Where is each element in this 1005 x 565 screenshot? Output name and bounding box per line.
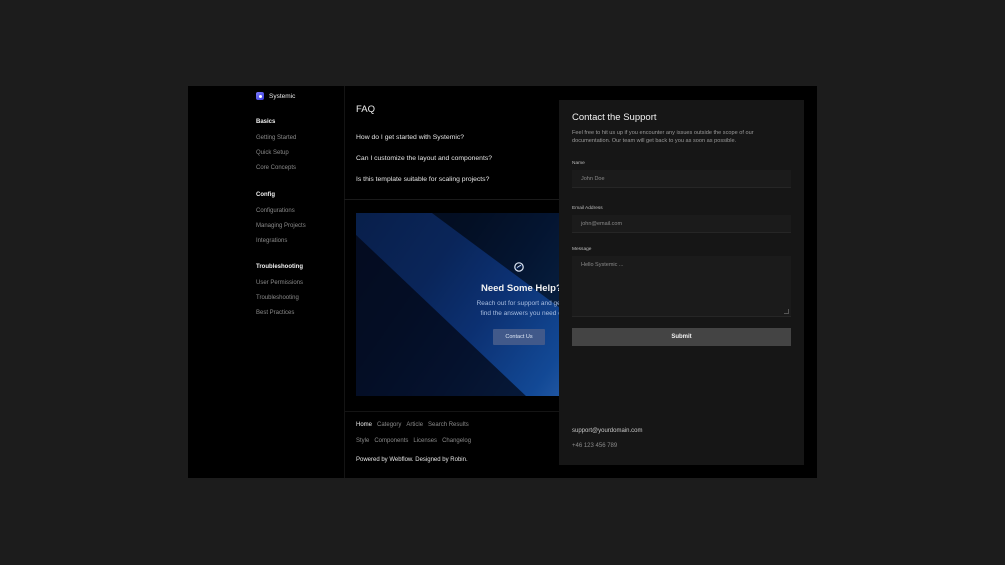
footer-links-primary: Home Category Article Search Results (356, 422, 469, 428)
sidebar-item-user-permissions[interactable]: User Permissions (256, 279, 303, 294)
message-field[interactable]: Hello Systemic ... (572, 256, 791, 317)
footer-link-category[interactable]: Category (377, 422, 401, 428)
sidebar-item-best-practices[interactable]: Best Practices (256, 309, 303, 324)
support-phone: +46 123 456 789 (572, 443, 618, 449)
help-subtitle-line: find the answers you need qu (480, 310, 564, 317)
panel-title: Contact the Support (572, 112, 657, 123)
sync-logo-icon (514, 262, 524, 272)
name-label: Name (572, 161, 585, 166)
faq-question[interactable]: Is this template suitable for scaling pr… (356, 176, 489, 183)
footer-link-components[interactable]: Components (374, 438, 408, 444)
footer-link-changelog[interactable]: Changelog (442, 438, 471, 444)
nav-heading: Basics (256, 119, 276, 125)
divider (344, 86, 345, 478)
submit-button[interactable]: Submit (572, 328, 791, 346)
contact-support-panel: Contact the Support Feel free to hit us … (559, 100, 804, 465)
help-subtitle: Reach out for support and get in find th… (453, 299, 564, 319)
faq-question[interactable]: How do I get started with Systemic? (356, 134, 464, 141)
help-subtitle-line: Reach out for support and get in (476, 300, 564, 307)
panel-description: Feel free to hit us up if you encounter … (572, 130, 754, 144)
sidebar-item-getting-started[interactable]: Getting Started (256, 134, 296, 149)
help-title: Need Some Help? (481, 283, 562, 294)
name-field[interactable]: John Doe (572, 170, 791, 188)
footer-link-article[interactable]: Article (406, 422, 423, 428)
footer-link-licenses[interactable]: Licenses (413, 438, 437, 444)
nav-group-config: Config Configurations Managing Projects … (256, 192, 306, 252)
powered-by: Powered by Webflow. Designed by Robin. (356, 457, 468, 463)
sidebar-item-managing-projects[interactable]: Managing Projects (256, 222, 306, 237)
brand-name: Systemic (269, 92, 296, 100)
brand[interactable]: Systemic (256, 92, 295, 100)
footer-link-style[interactable]: Style (356, 438, 369, 444)
nav-group-troubleshooting: Troubleshooting User Permissions Trouble… (256, 264, 303, 324)
footer-links-secondary: Style Components Licenses Changelog (356, 438, 471, 444)
nav-group-basics: Basics Getting Started Quick Setup Core … (256, 119, 296, 179)
divider (344, 199, 564, 200)
brand-logo-icon (256, 92, 264, 100)
faq-question[interactable]: Can I customize the layout and component… (356, 155, 492, 162)
nav-heading: Config (256, 192, 275, 198)
contact-us-button[interactable]: Contact Us (493, 329, 545, 345)
message-label: Message (572, 247, 592, 252)
help-card: Need Some Help? Reach out for support an… (356, 213, 564, 396)
sidebar-item-core-concepts[interactable]: Core Concepts (256, 164, 296, 179)
sidebar-item-troubleshooting[interactable]: Troubleshooting (256, 294, 303, 309)
footer-link-search-results[interactable]: Search Results (428, 422, 469, 428)
message-placeholder: Hello Systemic ... (581, 262, 624, 268)
app-window: Systemic Basics Getting Started Quick Se… (188, 86, 817, 478)
sidebar-item-quick-setup[interactable]: Quick Setup (256, 149, 296, 164)
sidebar-item-integrations[interactable]: Integrations (256, 237, 306, 252)
divider (344, 411, 564, 412)
email-field[interactable]: john@email.com (572, 215, 791, 233)
footer-link-home[interactable]: Home (356, 422, 372, 428)
support-email[interactable]: support@yourdomain.com (572, 428, 642, 434)
resize-handle-icon[interactable] (784, 309, 789, 314)
email-label: Email Address (572, 206, 603, 211)
nav-heading: Troubleshooting (256, 264, 303, 270)
sidebar-item-configurations[interactable]: Configurations (256, 207, 306, 222)
faq-title: FAQ (356, 104, 376, 115)
